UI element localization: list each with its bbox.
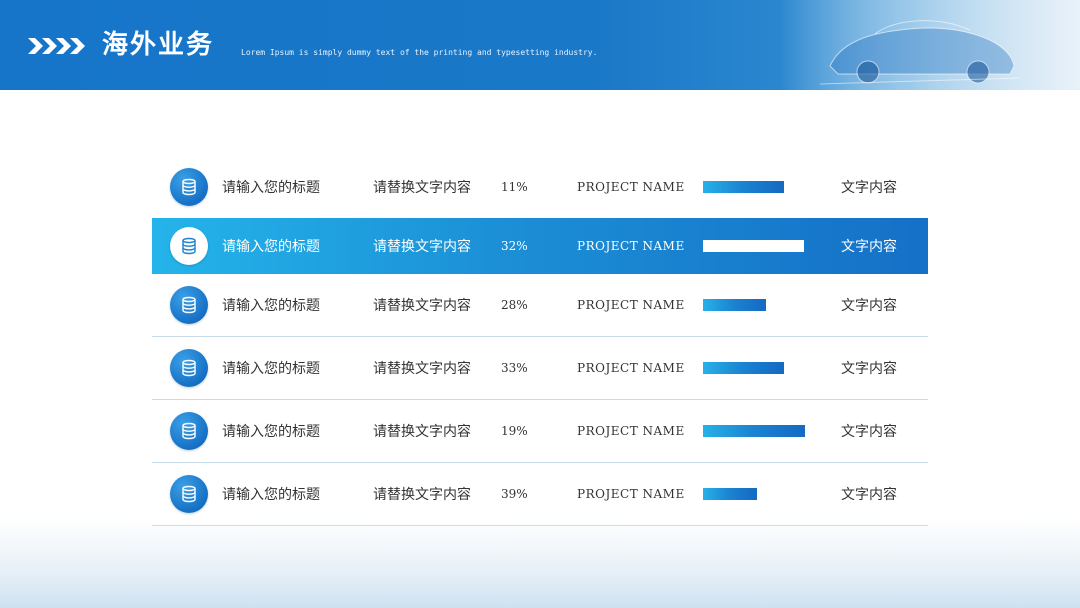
row-text-content: 文字内容	[841, 487, 897, 503]
table-row[interactable]: 请输入您的标题 请替换文字内容 39% PROJECT NAME 文字内容	[152, 463, 928, 526]
row-title: 请输入您的标题	[222, 424, 320, 440]
page-subtitle: Lorem Ipsum is simply dummy text of the …	[241, 48, 598, 57]
row-replace-text: 请替换文字内容	[373, 239, 471, 255]
row-text-content: 文字内容	[841, 298, 897, 314]
row-percent: 39%	[501, 487, 528, 501]
row-percent: 11%	[501, 180, 528, 194]
row-replace-text: 请替换文字内容	[373, 180, 471, 196]
row-replace-text: 请替换文字内容	[373, 298, 471, 314]
database-icon	[170, 412, 208, 450]
table-row[interactable]: 请输入您的标题 请替换文字内容 28% PROJECT NAME 文字内容	[152, 274, 928, 337]
row-progress-fill	[703, 299, 766, 311]
row-percent: 33%	[501, 361, 528, 375]
row-text-content: 文字内容	[841, 424, 897, 440]
row-project-name: PROJECT NAME	[577, 239, 685, 253]
row-progress-bar	[703, 362, 813, 374]
header-banner: 海外业务 Lorem Ipsum is simply dummy text of…	[0, 0, 1080, 90]
row-project-name: PROJECT NAME	[577, 361, 685, 375]
table-row[interactable]: 请输入您的标题 请替换文字内容 32% PROJECT NAME 文字内容	[152, 218, 928, 274]
table-row[interactable]: 请输入您的标题 请替换文字内容 33% PROJECT NAME 文字内容	[152, 337, 928, 400]
row-progress-bar	[703, 240, 813, 252]
row-progress-fill	[703, 240, 805, 252]
row-progress-fill	[703, 362, 785, 374]
database-icon	[170, 349, 208, 387]
car-illustration	[820, 20, 1020, 85]
database-icon	[170, 168, 208, 206]
row-project-name: PROJECT NAME	[577, 487, 685, 501]
row-title: 请输入您的标题	[222, 361, 320, 377]
row-title: 请输入您的标题	[222, 180, 320, 196]
row-project-name: PROJECT NAME	[577, 298, 685, 312]
row-progress-bar	[703, 425, 813, 437]
row-replace-text: 请替换文字内容	[373, 487, 471, 503]
row-percent: 28%	[501, 298, 528, 312]
database-icon	[170, 286, 208, 324]
project-table: 请输入您的标题 请替换文字内容 11% PROJECT NAME 文字内容 请输…	[152, 156, 928, 526]
row-title: 请输入您的标题	[222, 487, 320, 503]
row-replace-text: 请替换文字内容	[373, 361, 471, 377]
footer-decoration	[0, 518, 1080, 608]
row-progress-fill	[703, 181, 785, 193]
row-title: 请输入您的标题	[222, 239, 320, 255]
row-project-name: PROJECT NAME	[577, 424, 685, 438]
table-row[interactable]: 请输入您的标题 请替换文字内容 11% PROJECT NAME 文字内容	[152, 156, 928, 218]
row-percent: 32%	[501, 239, 528, 253]
row-progress-bar	[703, 181, 813, 193]
page-title: 海外业务	[102, 30, 215, 60]
table-row[interactable]: 请输入您的标题 请替换文字内容 19% PROJECT NAME 文字内容	[152, 400, 928, 463]
row-progress-bar	[703, 488, 813, 500]
row-percent: 19%	[501, 424, 528, 438]
row-text-content: 文字内容	[841, 180, 897, 196]
row-progress-bar	[703, 299, 813, 311]
row-progress-fill	[703, 488, 757, 500]
row-progress-fill	[703, 425, 806, 437]
row-text-content: 文字内容	[841, 239, 897, 255]
row-text-content: 文字内容	[841, 361, 897, 377]
row-title: 请输入您的标题	[222, 298, 320, 314]
row-replace-text: 请替换文字内容	[373, 424, 471, 440]
double-chevron-right-icon	[28, 38, 85, 54]
row-project-name: PROJECT NAME	[577, 180, 685, 194]
database-icon	[170, 227, 208, 265]
database-icon	[170, 475, 208, 513]
